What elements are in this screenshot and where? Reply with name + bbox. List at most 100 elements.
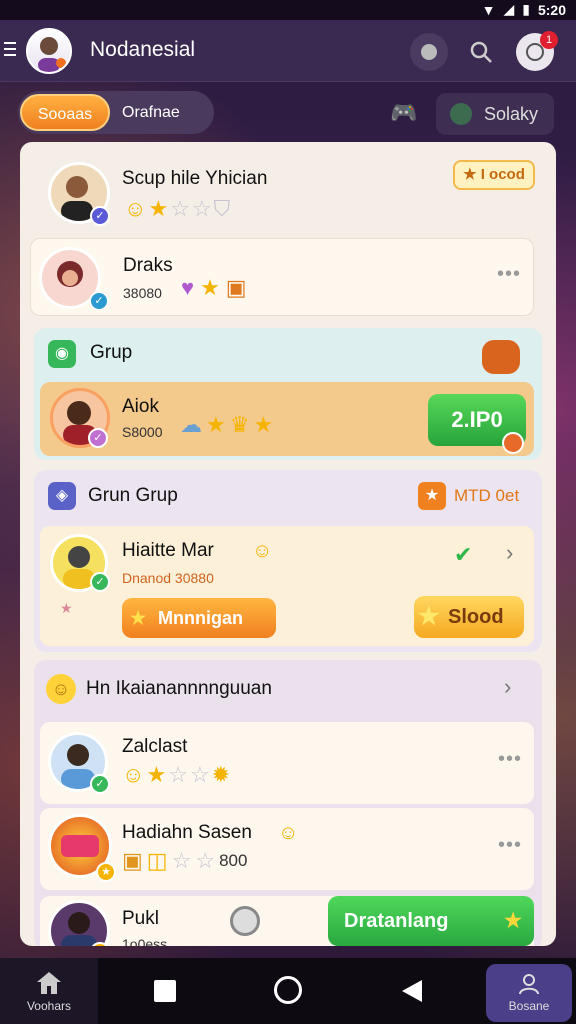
- leaf-icon: [450, 103, 472, 125]
- cta-button[interactable]: Dratanlang ★: [328, 896, 534, 946]
- shield-icon: ⛉: [213, 196, 231, 221]
- recents-icon[interactable]: [154, 980, 176, 1002]
- status-badge[interactable]: ★ I ocod: [453, 160, 535, 190]
- crown-icon: ♛: [229, 412, 250, 437]
- reward-icons: ▣ ◫ ☆ ☆ 800: [122, 850, 247, 872]
- star-icon: ★: [148, 196, 169, 221]
- list-item[interactable]: ✓ Aiok S8000 ☁ ★ ♛ ★ 2.IP0: [40, 382, 534, 456]
- controller-icon[interactable]: 🎮: [386, 95, 422, 131]
- nav-profile-label: Bosane: [508, 999, 550, 1013]
- more-icon[interactable]: •••: [498, 748, 522, 771]
- main-panel: ✓ Scup hile Yhician ☺ ★ ☆ ☆ ⛉ ★ I ocod ✓…: [20, 142, 556, 946]
- filter-label: Solaky: [484, 104, 539, 124]
- section-badge: ★ MTD 0et: [418, 482, 519, 510]
- list-item[interactable]: ★ Pukl 1o0ess Dratanlang ★: [40, 896, 534, 946]
- back-icon[interactable]: [400, 978, 424, 1004]
- status-time: 5:20: [537, 1, 566, 18]
- verified-icon: ✓: [89, 291, 109, 311]
- smile-icon: ☺: [124, 196, 147, 221]
- section-title: Grup: [90, 342, 133, 363]
- nav-profile[interactable]: Bosane: [486, 964, 572, 1022]
- cta-button-label: Dratanlang: [344, 910, 449, 932]
- smile-icon: ☺: [122, 762, 145, 787]
- reward-button[interactable]: ★ Slood: [414, 596, 524, 638]
- row-name: Hiaitte Mar: [122, 540, 214, 561]
- nav-home[interactable]: Voohars: [0, 958, 98, 1024]
- row-subtext: 38080: [123, 285, 162, 301]
- row-subtext: 800: [219, 851, 248, 870]
- app-bar: Nodanesial 1: [0, 20, 576, 82]
- profile-avatar[interactable]: [26, 28, 72, 74]
- section-grun-grup: ◈ Grun Grup ★ MTD 0et ✓ ★ Hiaitte Mar ☺ …: [34, 470, 542, 652]
- star-icon: ☆: [171, 848, 192, 873]
- star-icon: ☆: [168, 762, 188, 787]
- rating-stars: ☺ ★ ☆ ☆ ✹: [122, 764, 230, 786]
- star-icon: ★: [200, 275, 220, 300]
- nav-bar: Voohars Bosane: [0, 958, 576, 1024]
- star-icon: ★: [504, 910, 522, 932]
- search-icon: [470, 41, 492, 63]
- primary-action-label: Mnnnigan: [158, 608, 243, 628]
- page-title: Nodanesial: [90, 38, 196, 61]
- status-badge-label: I ocod: [480, 166, 525, 183]
- ticket-icon: ◫: [146, 848, 168, 873]
- rating-stars: ☺ ★ ☆ ☆ ⛉: [124, 198, 230, 220]
- star-icon: ☆: [189, 762, 210, 787]
- chevron-right-icon[interactable]: ›: [506, 540, 513, 566]
- gift-icon: ▣: [225, 275, 247, 300]
- list-item[interactable]: ★ Hadiahn Sasen ☺ ▣ ◫ ☆ ☆ 800 •••: [40, 808, 534, 890]
- section-badge-label: MTD 0et: [454, 486, 520, 505]
- signal-icon: ▼: [481, 1, 496, 18]
- section-title: Hn Ikaianannnnguuan: [86, 678, 272, 699]
- more-icon[interactable]: •••: [497, 263, 521, 286]
- list-item[interactable]: ✓ Scup hile Yhician ☺ ★ ☆ ☆ ⛉ ★ I ocod: [30, 150, 546, 232]
- primary-action-button[interactable]: ★ Mnnnigan: [122, 598, 276, 638]
- list-item[interactable]: ✓ Zalclast ☺ ★ ☆ ☆ ✹ •••: [40, 722, 534, 804]
- coin-icon: [502, 432, 524, 454]
- search-button[interactable]: [462, 33, 500, 71]
- shield-icon: ◈: [48, 482, 76, 510]
- row-subtext: 1o0ess: [122, 936, 168, 946]
- check-icon: ✔: [454, 542, 473, 567]
- profile-icon: [519, 974, 539, 995]
- gamepad-button[interactable]: [410, 33, 448, 71]
- home-icon: [37, 972, 61, 994]
- row-name: Hadiahn Sasen: [122, 822, 252, 843]
- section-main: ☺ Hn Ikaianannnnguuan › ✓ Zalclast ☺ ★ ☆…: [34, 660, 542, 946]
- tab-orafnae[interactable]: Orafnae: [122, 94, 180, 131]
- verified-icon: ✓: [90, 206, 110, 226]
- menu-icon[interactable]: [4, 42, 16, 56]
- section-grup: ◉ Grup ✓ Aiok S8000 ☁ ★ ♛ ★ 2.IP0: [34, 328, 542, 460]
- star-icon: ☆: [191, 196, 212, 221]
- row-subtext: Dnanod 30880: [122, 570, 214, 586]
- status-bar: ▼ ◢ ▮ 5:20: [0, 0, 576, 20]
- chevron-right-icon[interactable]: ›: [504, 674, 511, 700]
- verified-icon: ✓: [90, 774, 110, 794]
- reward-icons: ☁ ★ ♛ ★: [180, 414, 273, 436]
- chat-icon: ◉: [48, 340, 76, 368]
- row-name: Draks: [123, 255, 173, 276]
- badge-icon: ✹: [211, 762, 231, 787]
- chat-button[interactable]: 1: [516, 31, 558, 71]
- star-icon: ★: [146, 762, 167, 787]
- nav-home-label: Voohars: [26, 999, 72, 1013]
- segment-tabs: Sooaas Orafnae: [18, 91, 214, 134]
- filter-button[interactable]: Solaky: [436, 93, 554, 135]
- tab-sooaas[interactable]: Sooaas: [20, 94, 110, 131]
- verified-icon: ✓: [88, 428, 108, 448]
- notification-badge: 1: [540, 31, 558, 49]
- sparkle-icon: ★: [60, 600, 73, 616]
- gift-icon: ▣: [122, 848, 143, 873]
- row-subtext: S8000: [122, 424, 163, 440]
- star-icon: ☆: [170, 196, 190, 221]
- reward-icons: ♥ ★ ▣: [181, 277, 247, 299]
- star-icon: ★: [206, 412, 226, 437]
- bread-icon: [482, 340, 520, 374]
- list-item[interactable]: ✓ ★ Hiaitte Mar ☺ Dnanod 30880 ✔ › ★ Mnn…: [40, 526, 534, 646]
- list-item[interactable]: ✓ Draks 38080 ♥ ★ ▣ •••: [30, 238, 534, 316]
- battery-icon: ▮: [522, 1, 530, 17]
- more-icon[interactable]: •••: [498, 834, 522, 857]
- network-icon: ◢: [503, 1, 515, 17]
- row-name: Aiok: [122, 396, 159, 417]
- home-circle-icon[interactable]: [274, 976, 302, 1004]
